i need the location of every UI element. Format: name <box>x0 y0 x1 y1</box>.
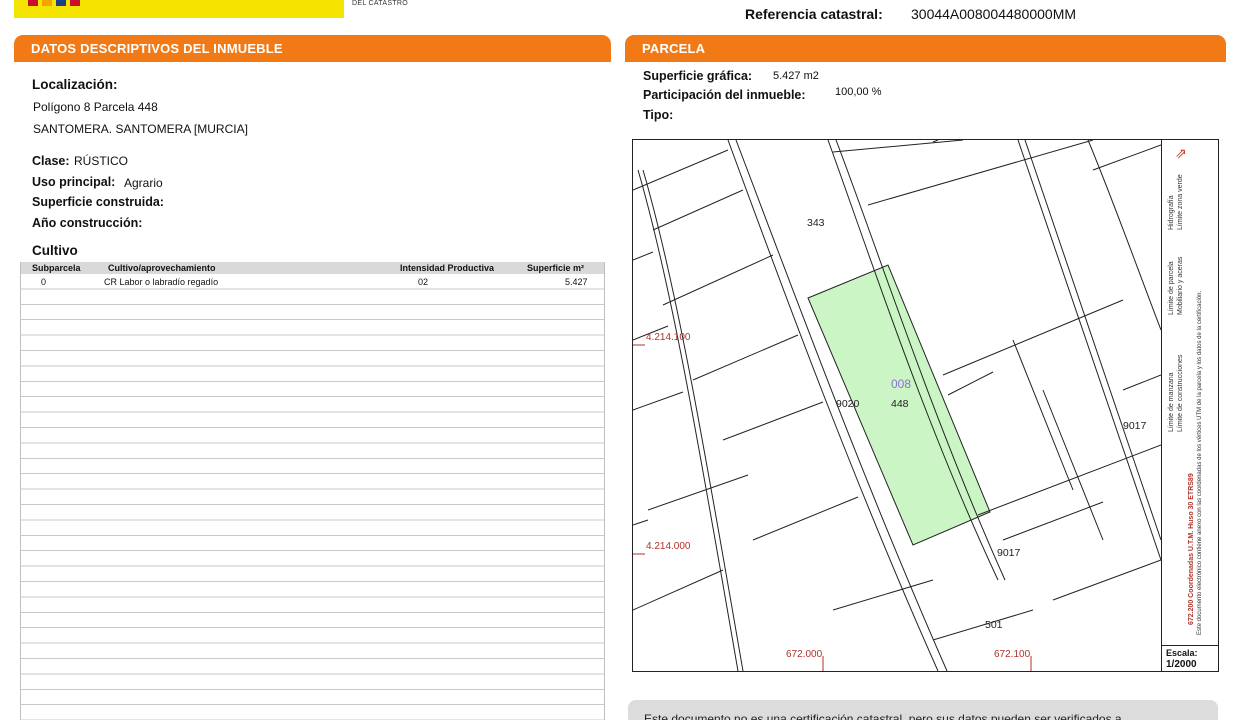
division-25 <box>932 609 1034 641</box>
tipo-label: Tipo: <box>643 108 674 122</box>
section-header-inmueble: DATOS DESCRIPTIVOS DEL INMUEBLE <box>14 35 611 61</box>
uso-principal-label: Uso principal: <box>32 175 116 189</box>
division-15 <box>867 140 1094 206</box>
division-9 <box>633 391 684 411</box>
division-22 <box>1002 501 1104 541</box>
road-far-right <box>1087 140 1161 331</box>
ref-catastral-value: 30044A008004480000MM <box>911 6 1077 22</box>
division-6 <box>722 401 824 441</box>
legend-document-note: Este documento electrónico contiene anex… <box>1197 290 1203 635</box>
legend-hidrografia: Hidrografía <box>1168 195 1175 230</box>
anio-construccion-label: Año construcción: <box>32 216 143 230</box>
coord-x-672100: 672.100 <box>994 649 1031 660</box>
division-16 <box>942 299 1124 376</box>
division-20 <box>1042 389 1104 541</box>
logo-flag-red <box>28 0 38 6</box>
division-18 <box>932 140 939 143</box>
verification-note-box: Este documento no es una certificación c… <box>628 700 1218 720</box>
parcel-label-343: 343 <box>807 217 825 229</box>
localizacion-line1: Polígono 8 Parcela 448 <box>33 100 158 114</box>
cultivo-heading: Cultivo <box>32 243 78 258</box>
division-13 <box>832 579 934 611</box>
uso-principal-value: Agrario <box>124 176 163 190</box>
division-26 <box>1052 559 1161 601</box>
scale-value: 1/2000 <box>1166 659 1197 670</box>
coord-y-4214000: 4.214.000 <box>646 541 691 552</box>
logo-flag-blue <box>56 0 66 6</box>
road-left-1 <box>637 169 739 671</box>
road-right-2 <box>1024 140 1161 541</box>
parcel-label-008: 008 <box>891 377 912 391</box>
logo-flag-gold <box>42 0 52 6</box>
road-right-1 <box>1017 140 1161 561</box>
parcel-label-9017-bottom: 9017 <box>997 547 1021 559</box>
clase-value: RÚSTICO <box>74 154 128 168</box>
division-24 <box>1122 374 1161 391</box>
parcel-label-501: 501 <box>985 619 1003 631</box>
logo-flag-red-2 <box>70 0 80 6</box>
division-1 <box>633 149 729 191</box>
parcel-label-9020: 9020 <box>836 398 860 410</box>
division-14 <box>832 140 964 153</box>
legend-zona-verde: Límite zona verde <box>1177 174 1184 230</box>
clase-label: Clase: <box>32 154 70 168</box>
superficie-grafica-value: 5.427 m2 <box>773 70 819 82</box>
division-19 <box>1012 339 1074 491</box>
agency-name: DEL CATASTRO <box>352 0 408 7</box>
localizacion-line2: SANTOMERA. SANTOMERA [MURCIA] <box>33 122 248 136</box>
superficie-construida-label: Superficie construida: <box>32 195 164 209</box>
division-21 <box>947 371 994 396</box>
division-2 <box>652 189 744 231</box>
legend-mobiliario: Mobiliario y aceras <box>1177 256 1184 315</box>
division-23 <box>1092 144 1161 171</box>
section-title-prefix: DATOS DESCRIPTIVOS DEL <box>31 41 214 56</box>
section-title-bold: INMUEBLE <box>213 41 283 56</box>
division-3 <box>633 251 654 261</box>
cadastral-map: 343 9020 008 448 9017 9017 501 4.214.100… <box>632 139 1219 672</box>
scale-label: Escala: <box>1166 648 1198 658</box>
map-scale: Escala: 1/2000 <box>1161 645 1218 671</box>
section-underline-left <box>14 60 611 62</box>
parcel-label-9017-right: 9017 <box>1123 420 1147 432</box>
participacion-value: 100,00 % <box>835 86 882 98</box>
section-header-parcela: PARCELA <box>625 35 1226 61</box>
division-5 <box>692 334 799 381</box>
verification-note-text: Este documento no es una certificación c… <box>644 712 1122 720</box>
section-underline-right <box>625 60 1226 62</box>
division-11 <box>633 519 649 526</box>
superficie-grafica-label: Superficie gráfica: <box>643 69 753 83</box>
parcel-label-448: 448 <box>891 398 909 410</box>
legend-limite-manzana: Límite de manzana <box>1168 372 1175 432</box>
legend-coordinates-note: 672.200 Coordenadas U.T.M. Huso 30 ETRS8… <box>1188 473 1195 625</box>
table-border <box>20 262 605 720</box>
division-7 <box>752 496 859 541</box>
cultivo-table: Subparcela Cultivo/aprovechamiento Inten… <box>20 262 605 720</box>
division-4 <box>662 254 774 306</box>
division-12 <box>633 569 724 611</box>
legend-limite-construcciones: Límite de construcciones <box>1177 354 1184 432</box>
localizacion-label: Localización: <box>32 77 118 92</box>
legend-limite-parcela: Límite de parcela <box>1168 261 1175 315</box>
coord-y-4214100: 4.214.100 <box>646 332 691 343</box>
government-logo <box>14 0 344 18</box>
coord-x-672000: 672.000 <box>786 649 823 660</box>
participacion-label: Participación del inmueble: <box>643 88 806 102</box>
ref-catastral-label: Referencia catastral: <box>745 6 883 22</box>
map-legend: ⇗ Límite de manzana Límite de parcela Hi… <box>1161 140 1218 645</box>
division-10 <box>647 474 749 511</box>
